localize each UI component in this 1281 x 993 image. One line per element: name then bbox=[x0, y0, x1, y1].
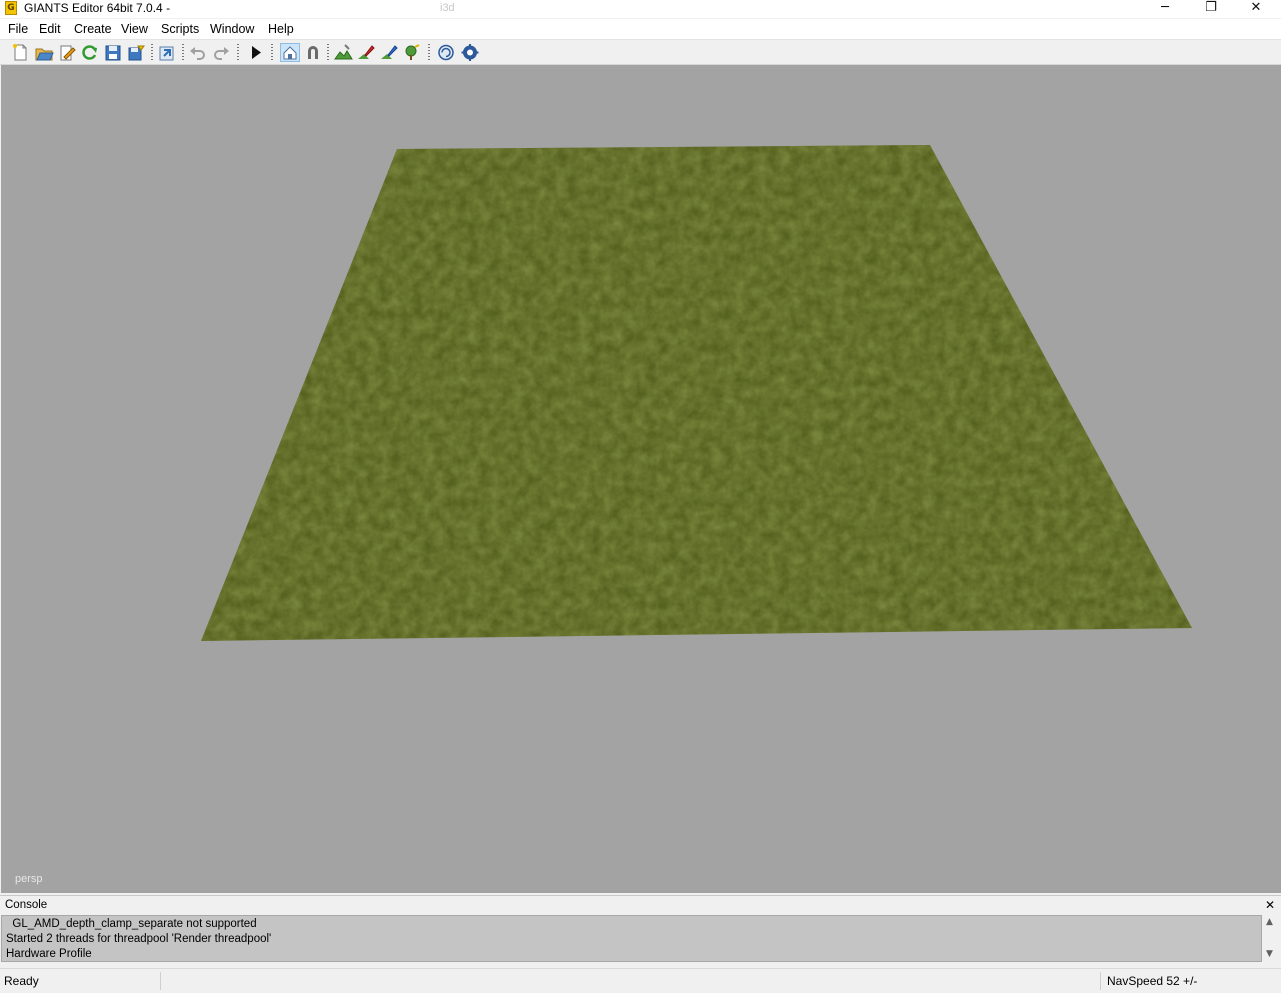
save-icon bbox=[105, 45, 121, 61]
scroll-up-icon[interactable]: ▲ bbox=[1266, 917, 1273, 927]
maximize-button[interactable]: ❐ bbox=[1188, 0, 1234, 18]
console-line: GL_AMD_depth_clamp_separate not supporte… bbox=[6, 918, 257, 930]
menu-create[interactable]: Create bbox=[74, 22, 112, 36]
foliage-paint-button[interactable] bbox=[379, 43, 399, 62]
giants-app-icon: G bbox=[5, 1, 17, 15]
toolbar-separator bbox=[428, 44, 430, 61]
terrain-plane bbox=[201, 145, 1192, 641]
tree-paint-button[interactable] bbox=[402, 43, 422, 62]
play-button[interactable] bbox=[246, 43, 266, 62]
window-title: GIANTS Editor 64bit 7.0.4 - bbox=[24, 1, 171, 15]
toolbar-separator bbox=[182, 44, 184, 61]
foliage-paint-icon bbox=[381, 45, 398, 59]
menu-edit[interactable]: Edit bbox=[39, 22, 61, 36]
undo-button[interactable] bbox=[188, 43, 208, 62]
terrain-sculpt-icon bbox=[334, 44, 353, 60]
nav-speed: NavSpeed 52 +/- bbox=[1107, 974, 1198, 988]
save-as-button[interactable] bbox=[126, 43, 146, 62]
terrain-paint-icon bbox=[358, 45, 375, 59]
status-ready: Ready bbox=[4, 974, 39, 988]
3d-viewport[interactable]: persp bbox=[1, 65, 1281, 893]
close-button[interactable]: ✕ bbox=[1233, 0, 1279, 18]
tree-paint-icon bbox=[405, 44, 420, 60]
play-icon bbox=[252, 46, 261, 59]
console-line: Started 2 threads for threadpool 'Render… bbox=[6, 933, 272, 945]
menu-bar: File Edit Create View Scripts Window Hel… bbox=[0, 19, 1281, 39]
refresh-shaders-button[interactable] bbox=[436, 43, 456, 62]
console-log[interactable]: GL_AMD_depth_clamp_separate not supporte… bbox=[1, 915, 1262, 962]
reload-icon bbox=[82, 45, 97, 60]
select-tool-icon bbox=[283, 46, 297, 60]
edit-script-icon bbox=[60, 45, 76, 61]
new-file-button[interactable] bbox=[10, 43, 30, 62]
menu-file[interactable]: File bbox=[8, 22, 28, 36]
console-panel: Console ✕ GL_AMD_depth_clamp_separate no… bbox=[0, 895, 1281, 966]
terrain-sculpt-button[interactable] bbox=[333, 43, 353, 62]
new-file-icon bbox=[13, 44, 27, 61]
open-file-button[interactable] bbox=[34, 43, 54, 62]
console-title: Console bbox=[5, 899, 48, 911]
scroll-down-icon[interactable]: ▼ bbox=[1266, 949, 1273, 959]
menu-scripts[interactable]: Scripts bbox=[161, 22, 199, 36]
window-title-file: i3d bbox=[440, 2, 455, 14]
magnet-icon bbox=[308, 46, 318, 59]
console-close-button[interactable]: ✕ bbox=[1265, 898, 1275, 912]
console-scrollbar[interactable]: ▲ ▼ bbox=[1263, 915, 1280, 962]
undo-icon bbox=[190, 47, 205, 60]
status-divider bbox=[1100, 972, 1101, 990]
save-button[interactable] bbox=[103, 43, 123, 62]
edit-script-button[interactable] bbox=[57, 43, 77, 62]
settings-button[interactable] bbox=[460, 43, 480, 62]
toolbar-separator bbox=[237, 44, 239, 61]
settings-icon bbox=[461, 44, 479, 61]
minimize-button[interactable]: ─ bbox=[1142, 0, 1188, 18]
menu-help[interactable]: Help bbox=[268, 22, 294, 36]
import-button[interactable] bbox=[157, 43, 177, 62]
camera-label: persp bbox=[15, 873, 43, 885]
save-as-icon bbox=[128, 45, 145, 61]
menu-window[interactable]: Window bbox=[210, 22, 254, 36]
toolbar-separator bbox=[151, 44, 153, 61]
refresh-shaders-icon bbox=[438, 44, 454, 61]
snap-button[interactable] bbox=[303, 43, 323, 62]
redo-button[interactable] bbox=[211, 43, 231, 62]
select-tool-button[interactable] bbox=[280, 43, 300, 62]
toolbar-separator bbox=[271, 44, 273, 61]
title-bar: G GIANTS Editor 64bit 7.0.4 - i3d ─ ❐ ✕ bbox=[0, 0, 1281, 18]
toolbar-separator bbox=[327, 44, 329, 61]
menu-view[interactable]: View bbox=[121, 22, 148, 36]
open-file-icon bbox=[35, 48, 54, 61]
reload-button[interactable] bbox=[80, 43, 100, 62]
terrain-paint-button[interactable] bbox=[356, 43, 376, 62]
import-icon bbox=[159, 46, 174, 61]
console-line: Hardware Profile bbox=[6, 948, 92, 960]
status-bar: Ready NavSpeed 52 +/- bbox=[0, 968, 1281, 993]
status-divider bbox=[160, 972, 161, 990]
main-toolbar bbox=[0, 39, 1281, 65]
redo-icon bbox=[214, 47, 229, 60]
